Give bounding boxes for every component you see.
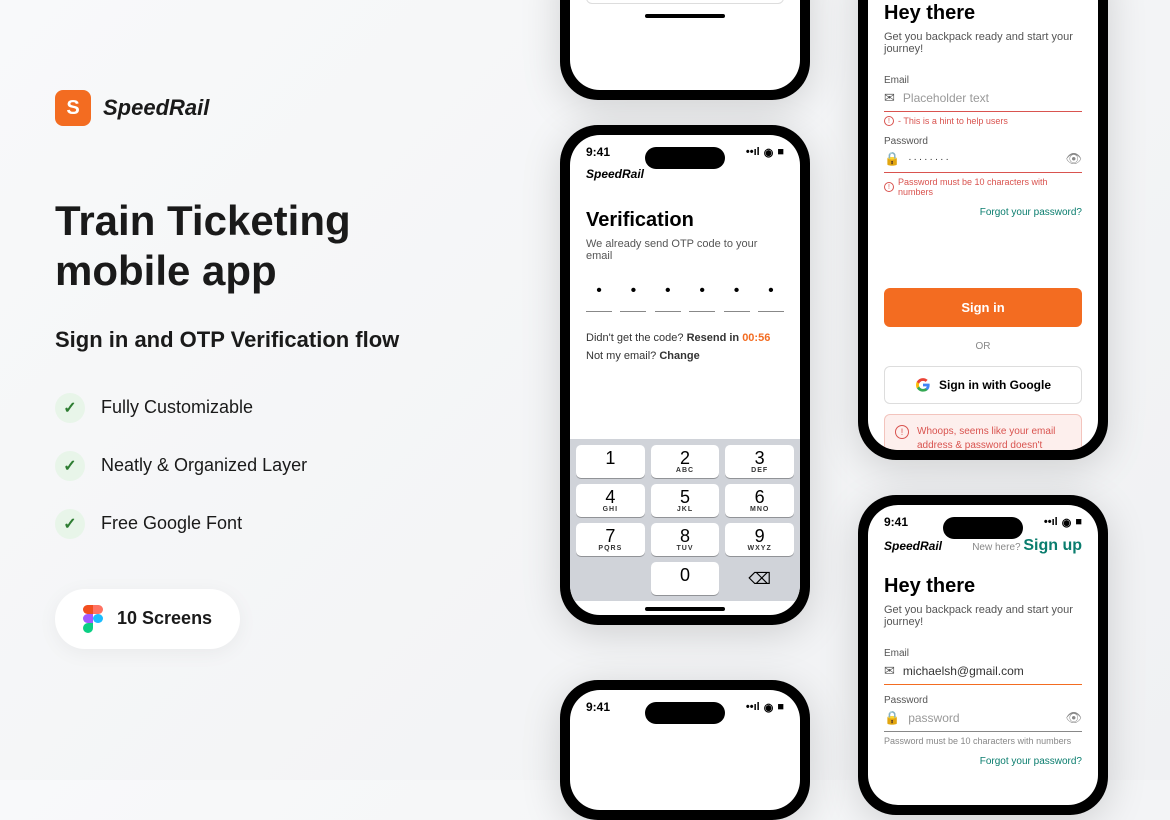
keypad-key-0[interactable]: 0 (651, 562, 720, 595)
hero-title: Train Ticketingmobile app (55, 196, 495, 297)
mail-icon: ✉ (884, 663, 895, 679)
signin-title: Hey there (884, 575, 1082, 598)
forgot-password-link[interactable]: Forgot your password? (884, 207, 1082, 218)
email-field[interactable]: ✉ michaelsh@gmail.com (884, 663, 1082, 685)
otp-digit[interactable]: • (586, 282, 612, 312)
keypad-key-8[interactable]: 8TUV (651, 523, 720, 556)
email-field[interactable]: ✉ Placeholder text (884, 90, 1082, 112)
password-hint: Password must be 10 characters with numb… (884, 736, 1082, 746)
google-signin-button[interactable]: Sign in with Google (884, 366, 1082, 404)
feature-item: ✓ Fully Customizable (55, 393, 495, 423)
password-label: Password (884, 136, 1082, 147)
google-icon (915, 377, 931, 393)
keypad-key-5[interactable]: 5JKL (651, 484, 720, 517)
keypad-key-6[interactable]: 6MNO (725, 484, 794, 517)
feature-item: ✓ Free Google Font (55, 509, 495, 539)
check-icon: ✓ (55, 509, 85, 539)
change-email-text: Not my email? Change (586, 350, 784, 362)
otp-input-row: • • • • • • (586, 282, 784, 312)
otp-digit[interactable]: • (655, 282, 681, 312)
backspace-key[interactable]: ⌫ (725, 562, 794, 595)
eye-off-icon[interactable]: 👁 (1065, 710, 1082, 726)
keypad-key-3[interactable]: 3DEF (725, 445, 794, 478)
or-divider: OR (884, 341, 1082, 352)
otp-digit[interactable]: • (689, 282, 715, 312)
logo-badge: S (55, 90, 91, 126)
change-link[interactable]: Change (659, 350, 699, 362)
facebook-signin-button[interactable]: f Sign in with Facebook (586, 0, 784, 4)
forgot-password-link[interactable]: Forgot your password? (884, 756, 1082, 767)
password-field[interactable]: 🔒 ········ 👁 (884, 151, 1082, 173)
home-indicator (645, 607, 725, 611)
verification-subtitle: We already send OTP code to your email (586, 238, 784, 262)
check-icon: ✓ (55, 451, 85, 481)
home-indicator (645, 14, 725, 18)
signin-subtitle: Get you backpack ready and start your jo… (884, 31, 1082, 55)
keypad-key-9[interactable]: 9WXYZ (725, 523, 794, 556)
keypad-key-2[interactable]: 2ABC (651, 445, 720, 478)
screens-badge: 10 Screens (55, 589, 240, 649)
signin-title: Hey there (884, 2, 1082, 25)
signin-button[interactable]: Sign in (884, 288, 1082, 327)
eye-off-icon[interactable]: 👁 (1065, 151, 1082, 167)
alert-icon: ! (895, 425, 909, 439)
email-label: Email (884, 648, 1082, 659)
hero-subtitle: Sign in and OTP Verification flow (55, 327, 495, 353)
password-field[interactable]: 🔒 password 👁 (884, 710, 1082, 732)
signup-prompt: New here? Sign up (972, 537, 1082, 555)
signin-subtitle: Get you backpack ready and start your jo… (884, 604, 1082, 628)
otp-digit[interactable]: • (724, 282, 750, 312)
battery-icon: ■ (777, 146, 784, 158)
lock-icon: 🔒 (884, 710, 900, 726)
email-hint: !- This is a hint to help users (884, 116, 1082, 126)
feature-item: ✓ Neatly & Organized Layer (55, 451, 495, 481)
signal-icon: ••ıl (746, 146, 760, 158)
lock-icon: 🔒 (884, 151, 900, 167)
otp-digit[interactable]: • (620, 282, 646, 312)
numeric-keypad: 1 2ABC3DEF 4GHI5JKL6MNO 7PQRS8TUV9WXYZ0 ⌫ (570, 439, 800, 601)
password-label: Password (884, 695, 1082, 706)
logo-text: SpeedRail (103, 95, 209, 121)
keypad-key-7[interactable]: 7PQRS (576, 523, 645, 556)
mail-icon: ✉ (884, 90, 895, 106)
keypad-key-1[interactable]: 1 (576, 445, 645, 478)
wifi-icon: ◉ (764, 146, 774, 159)
email-label: Email (884, 75, 1082, 86)
verification-title: Verification (586, 209, 784, 232)
otp-digit[interactable]: • (758, 282, 784, 312)
password-hint: !Password must be 10 characters with num… (884, 177, 1082, 197)
signup-link[interactable]: Sign up (1023, 537, 1082, 554)
resend-text: Didn't get the code? Resend in 00:56 (586, 332, 784, 344)
check-icon: ✓ (55, 393, 85, 423)
figma-icon (83, 605, 103, 633)
error-banner: ! Whoops, seems like your email address … (884, 414, 1082, 450)
keypad-key-4[interactable]: 4GHI (576, 484, 645, 517)
brand-logo: S SpeedRail (55, 90, 495, 126)
app-brand: SpeedRail (884, 539, 942, 553)
